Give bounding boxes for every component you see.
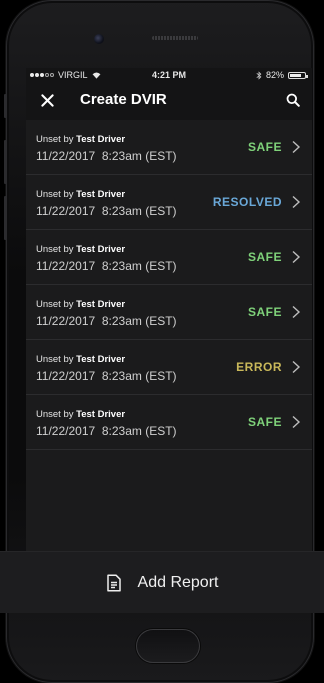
report-datetime: 11/22/2017 8:23am (EST)	[36, 424, 177, 438]
status-badge: SAFE	[247, 250, 282, 264]
chevron-right-icon	[292, 250, 301, 264]
report-driver-name: Test Driver	[76, 189, 126, 200]
report-prefix: Unset by	[36, 299, 74, 310]
earpiece-speaker	[152, 36, 198, 40]
status-right: 82%	[256, 70, 308, 80]
report-list: Unset by Test Driver 11/22/2017 8:23am (E…	[26, 120, 312, 450]
report-prefix: Unset by	[36, 354, 74, 365]
status-badge: RESOLVED	[212, 195, 282, 209]
report-author-line: Unset by Test Driver	[36, 134, 125, 145]
status-badge: SAFE	[247, 140, 282, 154]
report-driver-name: Test Driver	[76, 354, 126, 365]
report-datetime: 11/22/2017 8:23am (EST)	[36, 369, 177, 383]
front-camera	[94, 34, 104, 44]
battery-fill	[290, 73, 302, 77]
page-title: Create DVIR	[80, 91, 167, 108]
app-screen: VIRGIL 4:21 PM 82% Create DVIR Unset by …	[26, 68, 312, 593]
search-icon	[286, 93, 300, 107]
report-row[interactable]: Unset by Test Driver 11/22/2017 8:23am (E…	[26, 175, 312, 230]
report-author-line: Unset by Test Driver	[36, 354, 125, 365]
report-author-line: Unset by Test Driver	[36, 409, 125, 420]
battery-percent: 82%	[265, 70, 284, 80]
report-row[interactable]: Unset by Test Driver 11/22/2017 8:23am (E…	[26, 340, 312, 395]
report-driver-name: Test Driver	[76, 299, 126, 310]
report-author-line: Unset by Test Driver	[36, 299, 125, 310]
volume-up-button	[4, 140, 7, 184]
chevron-right-icon	[292, 305, 301, 319]
status-badge: SAFE	[247, 305, 282, 319]
app-header: Create DVIR	[26, 82, 312, 120]
report-author-line: Unset by Test Driver	[36, 189, 125, 200]
device-mockup: VIRGIL 4:21 PM 82% Create DVIR Unset by …	[0, 0, 324, 683]
report-row[interactable]: Unset by Test Driver 11/22/2017 8:23am (E…	[26, 120, 312, 175]
search-button[interactable]	[282, 89, 304, 111]
report-driver-name: Test Driver	[76, 409, 126, 420]
chevron-right-icon	[292, 360, 301, 374]
report-datetime: 11/22/2017 8:23am (EST)	[36, 259, 177, 273]
report-prefix: Unset by	[36, 409, 74, 420]
report-datetime: 11/22/2017 8:23am (EST)	[36, 149, 177, 163]
report-driver-name: Test Driver	[76, 244, 126, 255]
home-button[interactable]	[136, 629, 200, 663]
report-prefix: Unset by	[36, 189, 74, 200]
close-button[interactable]	[36, 89, 58, 111]
report-row[interactable]: Unset by Test Driver 11/22/2017 8:23am (E…	[26, 230, 312, 285]
report-datetime: 11/22/2017 8:23am (EST)	[36, 314, 177, 328]
chevron-right-icon	[292, 140, 301, 154]
report-author-line: Unset by Test Driver	[36, 244, 125, 255]
document-icon	[106, 573, 121, 592]
report-prefix: Unset by	[36, 134, 74, 145]
close-icon	[40, 93, 54, 107]
add-report-label: Add Report	[137, 573, 219, 591]
report-datetime: 11/22/2017 8:23am (EST)	[36, 204, 177, 218]
report-prefix: Unset by	[36, 244, 74, 255]
report-row[interactable]: Unset by Test Driver 11/22/2017 8:23am (E…	[26, 395, 312, 450]
status-badge: SAFE	[247, 415, 282, 429]
bluetooth-icon	[256, 70, 262, 80]
battery-icon	[288, 71, 308, 79]
chevron-right-icon	[292, 195, 301, 209]
status-bar: VIRGIL 4:21 PM 82%	[26, 68, 312, 82]
report-driver-name: Test Driver	[76, 134, 126, 145]
mute-switch	[4, 94, 7, 118]
report-row[interactable]: Unset by Test Driver 11/22/2017 8:23am (E…	[26, 285, 312, 340]
add-report-button[interactable]: Add Report	[0, 552, 324, 613]
volume-down-button	[4, 196, 7, 240]
status-badge: ERROR	[236, 360, 282, 374]
chevron-right-icon	[292, 415, 301, 429]
